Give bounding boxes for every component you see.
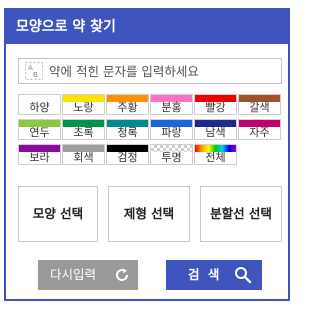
shape-select-button[interactable]: 모양 선택 [18,186,98,242]
form-select-button[interactable]: 제형 선택 [108,186,190,242]
reset-label: 다시입력 [50,267,97,282]
color-swatch-label: 청록 [117,126,138,139]
form-select-label: 제형 선택 [123,206,175,221]
color-swatch[interactable]: 갈색 [238,94,281,115]
search-button[interactable]: 검 색 [166,260,262,290]
color-swatch[interactable]: 연두 [18,119,61,140]
color-swatch[interactable]: 회색 [62,144,105,165]
imprint-search-input[interactable] [49,59,277,83]
color-swatch-label: 노랑 [73,101,94,114]
search-button-label: 검 색 [188,267,222,282]
color-swatch[interactable]: 청록 [106,119,149,140]
color-swatch[interactable]: 하양 [18,94,61,115]
color-swatch[interactable]: 보라 [18,144,61,165]
color-swatch[interactable]: 자주 [238,119,281,140]
color-swatch-label: 남색 [205,126,226,139]
shape-select-label: 모양 선택 [32,206,84,221]
color-swatch[interactable]: 파랑 [150,119,193,140]
color-swatch-label: 갈색 [249,101,270,114]
color-swatch-label: 파랑 [161,126,182,139]
color-swatch-label: 주황 [117,101,138,114]
split-line-select-button[interactable]: 분할선 선택 [200,186,282,242]
text-abc-icon: A B [25,62,43,80]
color-swatch-label: 투명 [161,151,182,164]
search-icon [235,267,252,284]
color-swatch-label: 초록 [73,126,94,139]
imprint-search-box[interactable]: A B [18,58,282,84]
svg-text:B: B [33,71,38,79]
color-swatch[interactable]: 남색 [194,119,237,140]
color-swatch-label: 보라 [29,151,50,164]
color-swatch[interactable]: 분홍 [150,94,193,115]
color-swatch[interactable]: 검정 [106,144,149,165]
color-swatch-label: 하양 [29,101,50,114]
color-swatch-label: 빨강 [205,101,226,114]
color-swatch[interactable]: 빨강 [194,94,237,115]
color-swatch[interactable]: 노랑 [62,94,105,115]
pill-search-panel: 모양으로 약 찾기 A B 하양 노랑 주황 분홍 빨강 갈색연두 초록 청록 파랑 남색 자주보라… [4,8,290,301]
refresh-icon [116,268,129,281]
color-swatch-label: 회색 [73,151,94,164]
color-swatch[interactable]: 투명 [150,144,193,165]
panel-title: 모양으로 약 찾기 [6,10,288,44]
color-swatch-label: 검정 [117,151,138,164]
reset-button[interactable]: 다시입력 [38,260,138,290]
color-swatch-label: 자주 [249,126,270,139]
color-swatch[interactable]: 전체 [194,144,237,165]
split-line-select-label: 분할선 선택 [210,206,272,221]
color-swatch-label: 연두 [29,126,50,139]
color-swatch[interactable]: 주황 [106,94,149,115]
color-swatch[interactable]: 초록 [62,119,105,140]
color-swatch-label: 전체 [205,151,226,164]
color-swatch-label: 분홍 [161,101,182,114]
